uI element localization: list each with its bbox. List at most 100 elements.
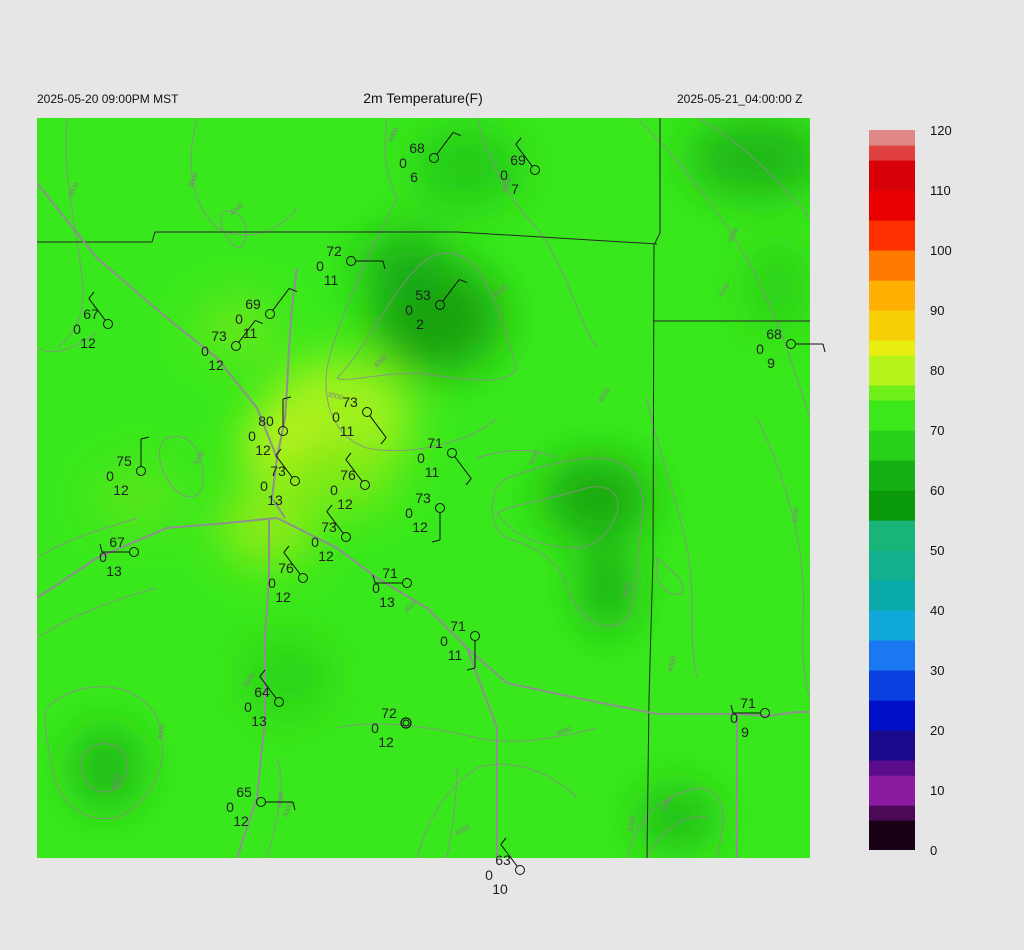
color-scale-band xyxy=(869,625,915,641)
color-scale-bar xyxy=(869,130,915,850)
station-temperature: 72 xyxy=(326,243,342,259)
station-temperature: 73 xyxy=(415,490,431,506)
station-temperature: 69 xyxy=(245,296,261,312)
color-scale-band xyxy=(869,400,915,416)
utc-time-label: 2025-05-21_04:00:00 Z xyxy=(677,92,803,106)
station-visibility: 12 xyxy=(378,734,394,750)
color-scale-band xyxy=(869,580,915,596)
contour-label: 4000 xyxy=(792,507,800,523)
station-visibility: 12 xyxy=(113,482,129,498)
station-temperature: 73 xyxy=(342,394,358,410)
station-dewpoint: 0 xyxy=(756,341,764,357)
color-scale-band xyxy=(869,760,915,776)
color-scale-tick-label: 60 xyxy=(930,483,945,498)
color-scale-band xyxy=(869,445,915,461)
station-circle xyxy=(515,865,525,875)
station-visibility: 7 xyxy=(511,181,519,197)
color-scale-band xyxy=(869,355,915,371)
wind-barb-flag xyxy=(822,343,826,353)
temperature-map: 400030002000 4000400050006000500040004000… xyxy=(37,118,826,897)
station-visibility: 12 xyxy=(275,589,291,605)
station-dewpoint: 0 xyxy=(730,710,738,726)
station-visibility: 13 xyxy=(251,713,267,729)
color-scale-tick-label: 0 xyxy=(930,843,938,858)
color-scale-band xyxy=(869,190,915,206)
color-scale-band xyxy=(869,325,915,341)
color-scale-band xyxy=(869,370,915,386)
color-scale-band xyxy=(869,835,915,850)
station-temperature: 71 xyxy=(740,695,756,711)
station-temperature: 76 xyxy=(340,467,356,483)
station-temperature: 69 xyxy=(510,152,526,168)
station-visibility: 6 xyxy=(410,169,418,185)
color-scale-band xyxy=(869,145,915,161)
color-scale-tick-label: 90 xyxy=(930,303,945,318)
color-scale-band xyxy=(869,340,915,356)
color-scale-band xyxy=(869,610,915,626)
color-scale-band xyxy=(869,460,915,476)
station-temperature: 75 xyxy=(116,453,132,469)
color-scale-band xyxy=(869,475,915,491)
station-visibility: 13 xyxy=(379,594,395,610)
color-scale-band xyxy=(869,250,915,266)
station-visibility: 11 xyxy=(324,272,339,288)
color-scale-band xyxy=(869,220,915,236)
station-temperature: 68 xyxy=(409,140,425,156)
station-visibility: 13 xyxy=(267,492,283,508)
color-scale-tick-label: 20 xyxy=(930,723,945,738)
color-scale-band xyxy=(869,235,915,251)
station-dewpoint: 0 xyxy=(500,167,508,183)
color-scale-band xyxy=(869,295,915,311)
station-temperature: 65 xyxy=(236,784,252,800)
color-scale-band xyxy=(869,490,915,506)
color-scale-band xyxy=(869,415,915,431)
station-visibility: 12 xyxy=(208,357,224,373)
station-temperature: 73 xyxy=(270,463,286,479)
station-visibility: 10 xyxy=(492,881,508,897)
color-scale-band xyxy=(869,205,915,221)
contour-label: 5000 xyxy=(277,792,285,808)
station-temperature: 53 xyxy=(415,287,431,303)
color-scale-band xyxy=(869,820,915,836)
color-scale-band xyxy=(869,715,915,731)
station-temperature: 67 xyxy=(109,534,125,550)
station-temperature: 64 xyxy=(254,684,270,700)
station-temperature: 72 xyxy=(381,705,397,721)
color-scale-tick-label: 120 xyxy=(930,123,952,138)
temperature-field xyxy=(37,118,810,858)
station-visibility: 2 xyxy=(416,316,424,332)
station-visibility: 12 xyxy=(412,519,428,535)
color-scale-band xyxy=(869,265,915,281)
color-scale-tick-label: 40 xyxy=(930,603,945,618)
color-scale-band xyxy=(869,730,915,746)
station-temperature: 68 xyxy=(766,326,782,342)
station-temperature: 76 xyxy=(278,560,294,576)
color-scale-band xyxy=(869,685,915,701)
color-scale-band xyxy=(869,385,915,401)
color-scale-band xyxy=(869,670,915,686)
color-scale-tick-label: 100 xyxy=(930,243,952,258)
color-scale-band xyxy=(869,655,915,671)
station-visibility: 9 xyxy=(767,355,775,371)
station-visibility: 12 xyxy=(337,496,353,512)
station-visibility: 11 xyxy=(340,423,355,439)
color-scale-band xyxy=(869,310,915,326)
color-scale-band xyxy=(869,160,915,176)
station-temperature: 63 xyxy=(495,852,511,868)
station-visibility: 12 xyxy=(318,548,334,564)
color-scale-band xyxy=(869,805,915,821)
color-scale-band xyxy=(869,505,915,521)
station-visibility: 11 xyxy=(425,464,440,480)
color-scale-band xyxy=(869,130,915,146)
station-temperature: 71 xyxy=(450,618,466,634)
station-temperature: 73 xyxy=(211,328,227,344)
station-visibility: 12 xyxy=(233,813,249,829)
color-scale-tick-label: 80 xyxy=(930,363,945,378)
color-scale-tick-label: 10 xyxy=(930,783,945,798)
color-scale-band xyxy=(869,535,915,551)
station-temperature: 73 xyxy=(321,519,337,535)
station-dewpoint: 0 xyxy=(399,155,407,171)
color-scale-tick-label: 110 xyxy=(930,183,951,198)
color-scale-band xyxy=(869,565,915,581)
station-visibility: 11 xyxy=(448,647,463,663)
